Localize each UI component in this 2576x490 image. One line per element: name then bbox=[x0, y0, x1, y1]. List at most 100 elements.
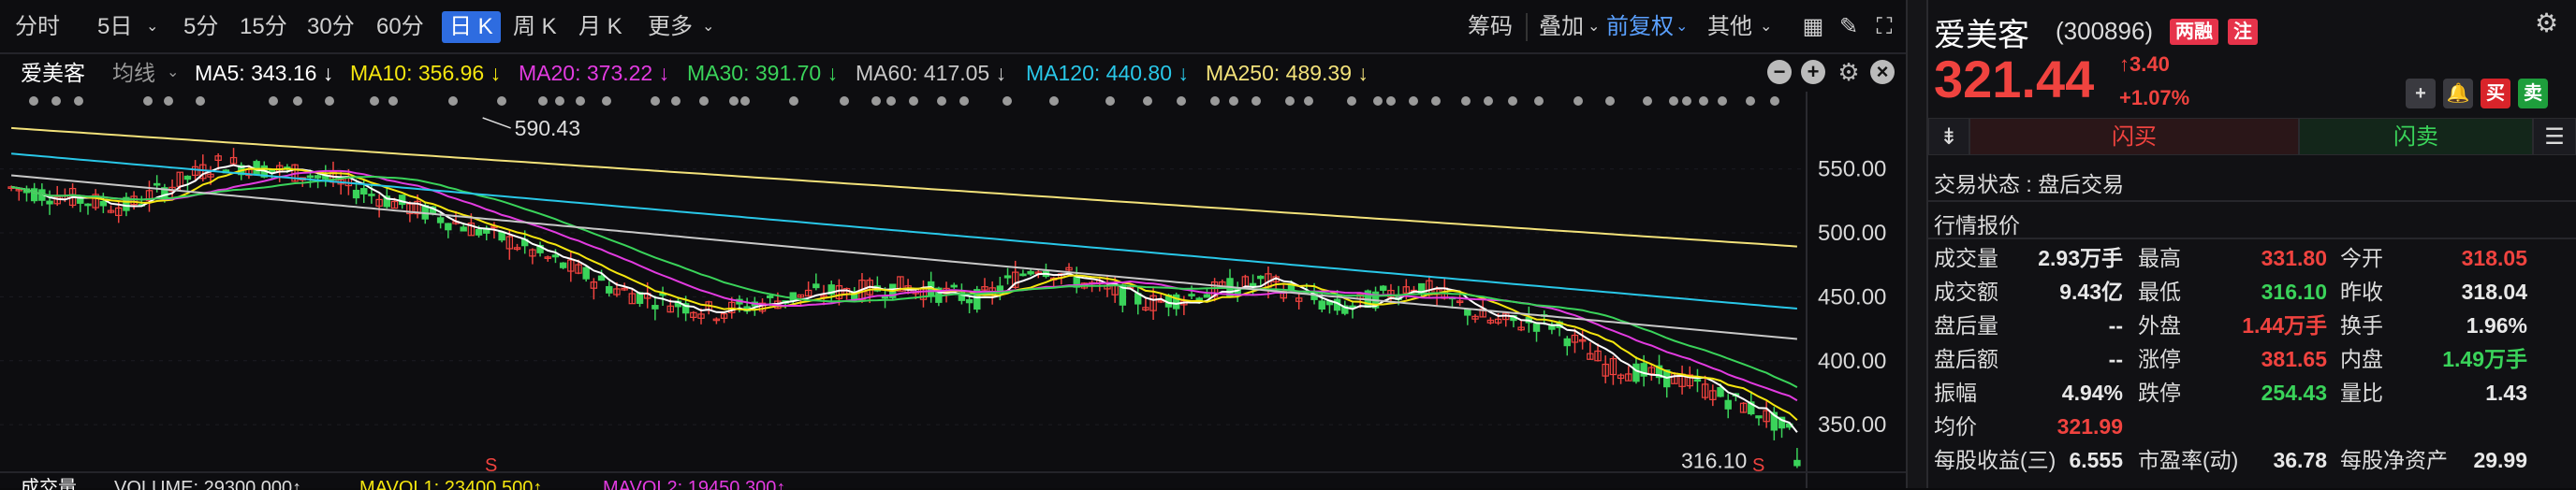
candle-body bbox=[360, 188, 368, 195]
quote-value: 2.93万手 bbox=[2038, 246, 2123, 270]
candle-body bbox=[551, 254, 560, 258]
event-dot bbox=[1210, 96, 1220, 106]
chart-panel: 分时 5日 ⌄ 5分 15分 30分 60分 日 K 周 K 月 K 更多 ⌄ … bbox=[0, 0, 1906, 490]
chevron-down-icon[interactable]: ⌄ bbox=[167, 54, 179, 92]
event-dot bbox=[1461, 96, 1471, 106]
event-dot bbox=[1229, 96, 1238, 106]
event-dot bbox=[388, 96, 398, 106]
quote-value: 254.43 bbox=[2261, 381, 2327, 405]
y-tick-label: 400.00 bbox=[1818, 349, 1886, 374]
event-dot bbox=[886, 96, 896, 106]
bell-icon[interactable]: 🔔 bbox=[2443, 79, 2473, 108]
plus-icon[interactable]: + bbox=[1801, 60, 1825, 84]
add-icon[interactable]: + bbox=[2406, 79, 2436, 108]
tab-more[interactable]: 更多 bbox=[648, 11, 693, 43]
tab-60min[interactable]: 60分 bbox=[376, 11, 424, 43]
event-dot bbox=[555, 96, 564, 106]
tab-timeshare[interactable]: 分时 bbox=[15, 11, 60, 43]
quote-value: -- bbox=[2108, 347, 2123, 371]
flash-buy-button[interactable]: 闪买 bbox=[1969, 118, 2299, 155]
gear-icon[interactable]: ⚙ bbox=[2535, 7, 2558, 38]
event-dot bbox=[1373, 96, 1383, 106]
chevron-down-icon[interactable]: ⌄ bbox=[1760, 11, 1772, 43]
tab-weekly-k[interactable]: 周 K bbox=[513, 11, 557, 43]
quote-label: 盘后量 bbox=[1934, 313, 1998, 338]
event-dot bbox=[1143, 96, 1152, 106]
event-dot bbox=[1669, 96, 1678, 106]
event-dot bbox=[293, 96, 302, 106]
quote-label: 成交额 bbox=[1934, 280, 1998, 304]
quote-value: 318.04 bbox=[2461, 280, 2527, 304]
indicator-select[interactable]: 均线 bbox=[112, 54, 155, 92]
event-dot bbox=[959, 96, 969, 106]
minus-icon[interactable]: − bbox=[1767, 60, 1792, 84]
y-tick-label: 450.00 bbox=[1818, 284, 1886, 310]
event-dot bbox=[1718, 96, 1727, 106]
menu-icon[interactable]: ☰ bbox=[2533, 118, 2576, 155]
tab-30min[interactable]: 30分 bbox=[307, 11, 355, 43]
candle-body bbox=[965, 299, 973, 304]
quote-label: 均价 bbox=[1934, 414, 1977, 439]
quote-value: 29.99 bbox=[2473, 448, 2527, 472]
candle-body bbox=[183, 175, 192, 180]
tab-5min[interactable]: 5分 bbox=[183, 11, 218, 43]
close-icon[interactable]: × bbox=[1870, 60, 1895, 84]
event-dot bbox=[1508, 96, 1517, 106]
quote-label: 内盘 bbox=[2340, 347, 2383, 371]
tab-15min[interactable]: 15分 bbox=[240, 11, 287, 43]
overlay-button[interactable]: 叠加 bbox=[1539, 11, 1584, 43]
candle-body bbox=[398, 195, 406, 206]
other-button[interactable]: 其他 bbox=[1707, 11, 1752, 43]
fullscreen-icon[interactable]: ⛶ bbox=[1870, 13, 1898, 41]
tab-daily-k[interactable]: 日 K bbox=[442, 11, 501, 43]
event-dot bbox=[1347, 96, 1356, 106]
event-dot bbox=[1431, 96, 1441, 106]
flash-sell-button[interactable]: 闪卖 bbox=[2299, 118, 2533, 155]
event-dot bbox=[1484, 96, 1493, 106]
ma-line bbox=[11, 152, 1797, 310]
ma5-label: MA5: 343.16 ↓ bbox=[195, 61, 334, 85]
chevron-down-icon[interactable]: ⌄ bbox=[1676, 11, 1688, 43]
price-change: ↑3.40 bbox=[2119, 52, 2170, 76]
candle-body bbox=[460, 226, 467, 232]
candle-body bbox=[606, 285, 613, 294]
candlestick-chart[interactable]: 550.00 500.00 450.00 400.00 350.00 590.43 316… bbox=[0, 92, 1906, 488]
event-dot bbox=[937, 96, 946, 106]
quote-value: 316.10 bbox=[2261, 280, 2327, 304]
grid-layout-icon[interactable]: ▦ bbox=[1799, 13, 1827, 41]
candle-body bbox=[368, 194, 375, 196]
gear-icon[interactable]: ⚙ bbox=[1837, 60, 1861, 84]
candle-body bbox=[766, 295, 774, 298]
chart-toolbar: 分时 5日 ⌄ 5分 15分 30分 60分 日 K 周 K 月 K 更多 ⌄ … bbox=[0, 0, 1906, 54]
draw-pen-icon[interactable]: ✎ bbox=[1835, 13, 1863, 41]
chevron-down-icon[interactable]: ⌄ bbox=[702, 11, 714, 43]
chevron-down-icon[interactable]: ⌄ bbox=[146, 11, 158, 43]
event-dot bbox=[1251, 96, 1261, 106]
candle-body bbox=[436, 217, 445, 223]
panel-divider[interactable] bbox=[1906, 0, 1928, 488]
candle-body bbox=[597, 275, 606, 281]
event-dot bbox=[325, 96, 334, 106]
candle-body bbox=[1249, 282, 1257, 286]
event-dot bbox=[370, 96, 379, 106]
quote-value: 1.43 bbox=[2485, 381, 2527, 405]
forward-adjust-button[interactable]: 前复权 bbox=[1606, 11, 1674, 43]
candle-body bbox=[950, 284, 958, 288]
candle-body bbox=[1464, 308, 1471, 316]
buy-button[interactable]: 买 bbox=[2481, 79, 2510, 108]
quote-label: 成交量 bbox=[1934, 246, 1998, 270]
chevron-down-icon[interactable]: ⌄ bbox=[1588, 11, 1600, 43]
tab-monthly-k[interactable]: 月 K bbox=[578, 11, 622, 43]
tab-5day[interactable]: 5日 bbox=[97, 11, 132, 43]
event-dot bbox=[671, 96, 681, 106]
ma30-label: MA30: 391.70 ↓ bbox=[687, 61, 839, 85]
quote-label: 跌停 bbox=[2138, 381, 2181, 405]
candle-body bbox=[153, 182, 161, 186]
candle-body bbox=[1019, 273, 1027, 277]
chip-button[interactable]: 筹码 bbox=[1468, 11, 1513, 43]
event-dot bbox=[602, 96, 611, 106]
sell-button[interactable]: 卖 bbox=[2518, 79, 2548, 108]
candle-body bbox=[475, 228, 483, 236]
collapse-icon[interactable]: ⇟ bbox=[1928, 118, 1969, 155]
event-dot bbox=[1177, 96, 1186, 106]
